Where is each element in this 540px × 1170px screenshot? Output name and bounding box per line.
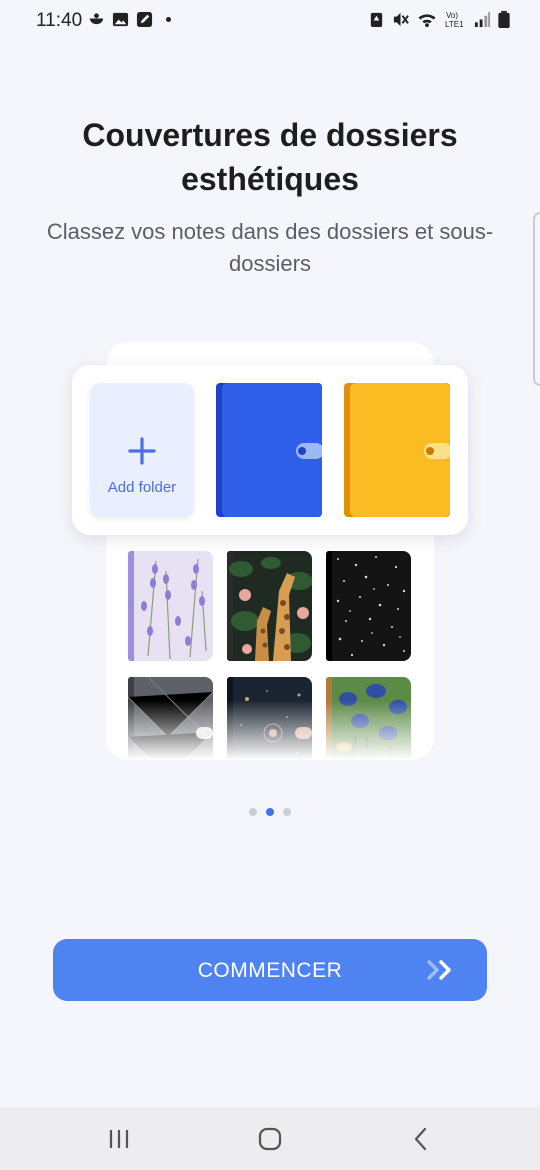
folder-cover-blue [216,383,322,517]
notification-dot [166,17,171,22]
page-subtitle: Classez vos notes dans des dossiers et s… [46,219,494,276]
svg-text:LTE1: LTE1 [445,20,464,28]
plus-icon [128,437,156,465]
edit-note-icon [136,11,153,28]
recent-apps-icon[interactable] [104,1125,134,1153]
page-indicator [0,808,540,816]
cover-giraffe [227,551,312,661]
featured-folders-card: Add folder [72,365,468,535]
volte-lte-icon: Vo)LTE1 [445,11,464,28]
cover-lavender [128,551,213,661]
home-icon[interactable] [255,1125,285,1153]
page-dot-1[interactable] [249,808,257,816]
wifi-icon [418,13,436,27]
double-chevron-right-icon [427,960,451,980]
status-time: 11:40 [36,10,83,31]
add-folder-label: Add folder [107,479,177,496]
system-icons: Vo) LTE1 [368,10,510,28]
system-navigation-bar [0,1107,540,1170]
page-title: Couvertures de dossiers esthétiques [82,117,458,197]
back-icon[interactable] [406,1125,436,1153]
image-icon [112,12,129,27]
start-button[interactable]: COMMENCER [53,939,487,1001]
notification-icons [88,11,171,28]
fade-overlay [106,700,434,760]
battery-icon [498,10,510,28]
edge-panel-handle[interactable] [533,212,540,386]
page-dot-2-active[interactable] [266,808,274,816]
cover-speckle [326,551,411,661]
svg-text:Vo): Vo) [446,11,458,20]
add-folder-tile[interactable]: Add folder [90,383,194,517]
folder-cover-yellow [344,383,450,517]
mute-icon [393,12,409,26]
bowl-icon [89,13,104,25]
page-dot-3[interactable] [283,808,291,816]
signal-icon [474,11,491,27]
status-bar: 11:40 Vo) LTE1 [0,0,540,42]
start-button-label: COMMENCER [197,959,343,982]
recycle-icon [370,12,383,27]
